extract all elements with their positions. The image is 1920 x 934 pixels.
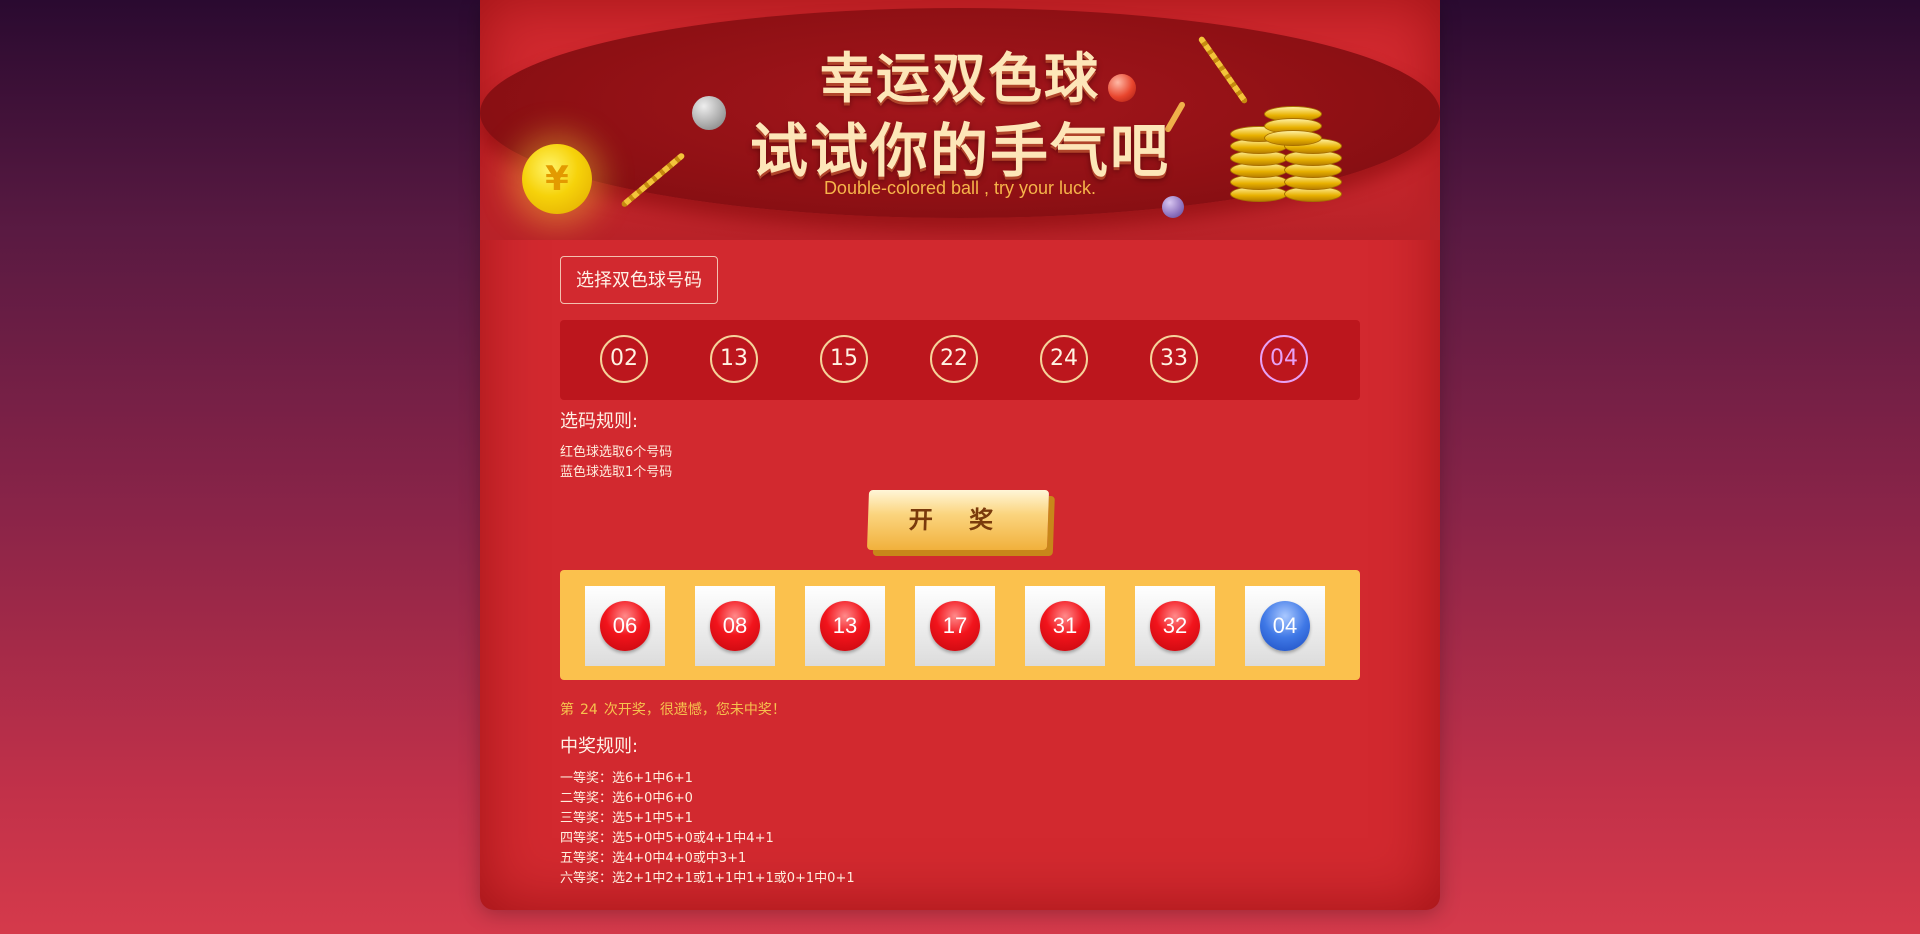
selection-rules-title: 选码规则: [560, 411, 639, 432]
prize-rule-line: 四等奖：选5+0中5+0或4+1中4+1 [560, 831, 774, 846]
lottery-card: ¥ 幸运双色球 试试你的手气吧 Double-colored ball , tr… [480, 0, 1440, 910]
drawn-tile: 04 [1245, 586, 1325, 666]
select-numbers-button[interactable]: 选择双色球号码 [560, 256, 718, 304]
drawn-red-ball: 13 [820, 601, 870, 651]
yuan-coin-icon: ¥ [522, 144, 592, 214]
draw-count: 24 [580, 702, 598, 718]
drawn-tile: 31 [1025, 586, 1105, 666]
banner: ¥ 幸运双色球 试试你的手气吧 Double-colored ball , tr… [480, 0, 1440, 240]
drawn-red-ball: 32 [1150, 601, 1200, 651]
picked-ball-4[interactable]: 22 [930, 335, 978, 383]
prize-rule-line: 一等奖：选6+1中6+1 [560, 771, 693, 786]
picked-ball-2[interactable]: 13 [710, 335, 758, 383]
drawn-blue-ball: 04 [1260, 601, 1310, 651]
prize-rule-line: 二等奖：选6+0中6+0 [560, 791, 693, 806]
purple-ball-decoration [1162, 196, 1184, 218]
prize-rule-line: 三等奖：选5+1中5+1 [560, 811, 693, 826]
prize-rule-line: 六等奖：选2+1中2+1或1+1中1+1或0+1中0+1 [560, 871, 855, 886]
picked-blue-ball[interactable]: 04 [1260, 335, 1308, 383]
draw-button[interactable]: 开 奖 [866, 490, 1050, 550]
drawn-red-ball: 17 [930, 601, 980, 651]
draw-result-message: 第 24 次开奖，很遗憾，您未中奖！ [560, 699, 786, 719]
drawn-tile: 08 [695, 586, 775, 666]
picked-ball-1[interactable]: 02 [600, 335, 648, 383]
picked-ball-6[interactable]: 33 [1150, 335, 1198, 383]
result-prefix: 第 [560, 702, 574, 718]
drawn-tile: 06 [585, 586, 665, 666]
picked-numbers-row: 02 13 15 22 24 33 04 [560, 320, 1360, 400]
picked-ball-5[interactable]: 24 [1040, 335, 1088, 383]
drawn-tile: 32 [1135, 586, 1215, 666]
prize-rule-line: 五等奖：选4+0中4+0或中3+1 [560, 851, 747, 866]
coin-stack-icon [1200, 100, 1350, 210]
selection-rule-line: 蓝色球选取1个号码 [560, 465, 673, 480]
drawn-red-ball: 08 [710, 601, 760, 651]
drawn-red-ball: 06 [600, 601, 650, 651]
drawn-tile: 13 [805, 586, 885, 666]
drawn-tile: 17 [915, 586, 995, 666]
drawn-numbers-row: 06 08 13 17 31 32 04 [560, 570, 1360, 680]
picked-ball-3[interactable]: 15 [820, 335, 868, 383]
drawn-red-ball: 31 [1040, 601, 1090, 651]
prize-rules-title: 中奖规则: [560, 736, 639, 757]
result-suffix: 次开奖，很遗憾，您未中奖！ [603, 702, 786, 718]
selection-rule-line: 红色球选取6个号码 [560, 445, 673, 460]
